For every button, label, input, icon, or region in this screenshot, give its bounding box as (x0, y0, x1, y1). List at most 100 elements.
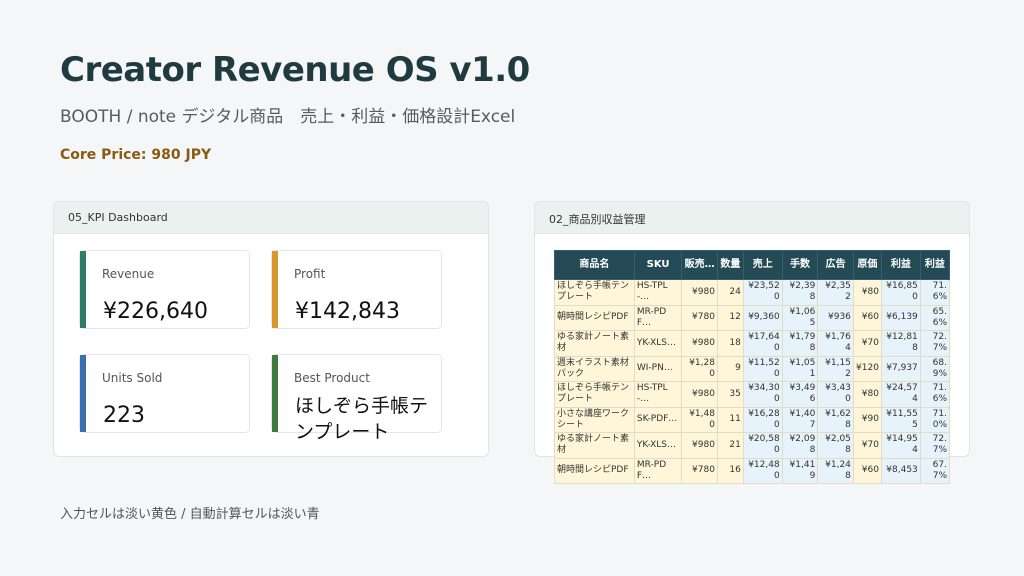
table-cell[interactable]: ¥70 (852, 432, 882, 459)
table-cell[interactable]: ¥2,352 (817, 279, 854, 306)
table-cell[interactable]: ¥34,300 (742, 381, 783, 408)
kpi-value-revenue: ¥226,640 (103, 299, 208, 324)
table-cell[interactable]: ¥9,360 (742, 304, 783, 331)
table-cell[interactable]: ¥6,139 (880, 304, 921, 331)
table-cell[interactable]: 72.7% (919, 432, 951, 459)
table-cell[interactable]: ¥20,580 (742, 432, 783, 459)
table-cell[interactable]: 68.9% (919, 355, 951, 382)
table-row: 朝時間レシピPDF MR-PDF… ¥780 16 ¥12,480 ¥1,419 ¥1,24… (554, 457, 951, 484)
kpi-card-profit: Profit ¥142,843 (271, 250, 442, 329)
table-cell[interactable]: ¥2,398 (781, 279, 819, 306)
table-cell[interactable]: ¥60 (852, 304, 882, 331)
table-row: 朝時間レシピPDF MR-PDF… ¥780 12 ¥9,360 ¥1,065 ¥936 ¥6… (554, 304, 951, 331)
kpi-card-units-sold: Units Sold 223 (79, 354, 250, 433)
table-cell[interactable]: ¥17,640 (742, 330, 783, 357)
table-cell[interactable]: ¥1,051 (781, 355, 819, 382)
table-row: ほしぞら手帳テンプレート HS-TPL-… ¥980 35 ¥34,300 ¥3,496 ¥… (554, 381, 951, 408)
table-cell[interactable]: 12 (716, 304, 744, 331)
table-cell[interactable]: 24 (716, 279, 744, 306)
table-cell[interactable]: HS-TPL-… (633, 279, 683, 306)
table-cell[interactable]: ¥90 (852, 406, 882, 433)
table-cell[interactable]: 21 (716, 432, 744, 459)
table-cell[interactable]: 朝時間レシピPDF (554, 457, 635, 484)
table-cell[interactable]: ほしぞら手帳テンプレート (554, 279, 635, 306)
table-cell[interactable]: 71.0% (919, 406, 951, 433)
table-cell[interactable]: ゆる家計ノート素材 (554, 432, 635, 459)
table-cell[interactable]: ¥60 (852, 457, 882, 484)
table-cell[interactable]: ¥2,098 (781, 432, 819, 459)
table-cell[interactable]: ¥11,520 (742, 355, 783, 382)
table-cell[interactable]: HS-TPL-… (633, 381, 683, 408)
kpi-label-best-product: Best Product (294, 371, 370, 385)
table-cell[interactable]: 71.6% (919, 279, 951, 306)
table-cell[interactable]: ¥1,248 (817, 457, 854, 484)
table-cell[interactable]: ¥780 (681, 304, 718, 331)
table-cell[interactable]: ¥24,574 (880, 381, 921, 408)
table-cell[interactable]: ¥120 (852, 355, 882, 382)
table-cell[interactable]: 72.7% (919, 330, 951, 357)
table-cell[interactable]: ¥1,280 (681, 355, 718, 382)
table-cell[interactable]: 35 (716, 381, 744, 408)
table-cell[interactable]: SK-PDF… (633, 406, 683, 433)
table-cell[interactable]: YK-XLS… (633, 330, 683, 357)
table-cell[interactable]: ¥80 (852, 279, 882, 306)
column-header: 手数 (781, 250, 819, 280)
table-cell[interactable]: ほしぞら手帳テンプレート (554, 381, 635, 408)
table-cell[interactable]: 9 (716, 355, 744, 382)
table-cell[interactable]: 65.6% (919, 304, 951, 331)
table-cell[interactable]: 67.7% (919, 457, 951, 484)
table-cell[interactable]: 18 (716, 330, 744, 357)
column-header: 広告 (817, 250, 854, 280)
table-cell[interactable]: ¥980 (681, 279, 718, 306)
table-cell[interactable]: WI-PN… (633, 355, 683, 382)
cell-color-legend-note: 入力セルは淡い黄色 / 自動計算セルは淡い青 (60, 507, 320, 522)
table-cell[interactable]: ¥16,280 (742, 406, 783, 433)
table-cell[interactable]: ¥3,496 (781, 381, 819, 408)
kpi-value-units-sold: 223 (103, 403, 145, 428)
table-cell[interactable]: ¥980 (681, 330, 718, 357)
table-cell[interactable]: ¥1,419 (781, 457, 819, 484)
table-cell[interactable]: ¥14,954 (880, 432, 921, 459)
table-cell[interactable]: ¥2,058 (817, 432, 854, 459)
table-cell[interactable]: 小さな講座ワークシート (554, 406, 635, 433)
table-cell[interactable]: ¥1,628 (817, 406, 854, 433)
table-cell[interactable]: ¥980 (681, 432, 718, 459)
table-cell[interactable]: ¥23,520 (742, 279, 783, 306)
table-cell[interactable]: 朝時間レシピPDF (554, 304, 635, 331)
table-cell[interactable]: ¥12,818 (880, 330, 921, 357)
kpi-accent-bar (272, 355, 278, 432)
table-cell[interactable]: ¥11,555 (880, 406, 921, 433)
kpi-value-best-product: ほしぞら手帳テンプレート (295, 395, 429, 443)
table-cell[interactable]: MR-PDF… (633, 304, 683, 331)
table-cell[interactable]: ¥780 (681, 457, 718, 484)
table-cell[interactable]: ゆる家計ノート素材 (554, 330, 635, 357)
kpi-label-profit: Profit (294, 267, 326, 281)
table-cell[interactable]: ¥70 (852, 330, 882, 357)
table-cell[interactable]: ¥1,065 (781, 304, 819, 331)
table-cell[interactable]: ¥8,453 (880, 457, 921, 484)
table-cell[interactable]: 71.6% (919, 381, 951, 408)
table-cell[interactable]: ¥12,480 (742, 457, 783, 484)
table-cell[interactable]: ¥16,850 (880, 279, 921, 306)
table-cell[interactable]: ¥1,152 (817, 355, 854, 382)
table-cell[interactable]: MR-PDF… (633, 457, 683, 484)
table-cell[interactable]: ¥980 (681, 381, 718, 408)
page-subtitle: BOOTH / note デジタル商品 売上・利益・価格設計Excel (60, 107, 516, 127)
table-cell[interactable]: ¥80 (852, 381, 882, 408)
column-header: 売上 (742, 250, 783, 280)
table-panel-title: 02_商品別収益管理 (535, 202, 969, 234)
table-cell[interactable]: 週末イラスト素材パック (554, 355, 635, 382)
table-cell[interactable]: ¥1,480 (681, 406, 718, 433)
table-cell[interactable]: ¥936 (817, 304, 854, 331)
table-row: ゆる家計ノート素材 YK-XLS… ¥980 18 ¥17,640 ¥1,798 ¥1,76… (554, 330, 951, 357)
table-cell[interactable]: YK-XLS… (633, 432, 683, 459)
table-cell[interactable]: ¥7,937 (880, 355, 921, 382)
kpi-accent-bar (80, 355, 86, 432)
table-cell[interactable]: ¥1,407 (781, 406, 819, 433)
table-cell[interactable]: 11 (716, 406, 744, 433)
table-cell[interactable]: ¥1,764 (817, 330, 854, 357)
table-cell[interactable]: 16 (716, 457, 744, 484)
kpi-accent-bar (272, 251, 278, 328)
table-cell[interactable]: ¥1,798 (781, 330, 819, 357)
table-cell[interactable]: ¥3,430 (817, 381, 854, 408)
